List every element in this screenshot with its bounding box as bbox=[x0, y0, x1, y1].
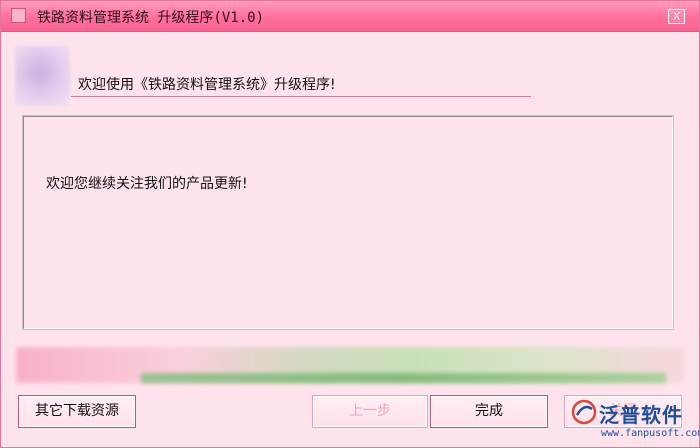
title-bar[interactable]: 铁路资料管理系统 升级程序(V1.0) X bbox=[1, 1, 699, 32]
heading-divider bbox=[71, 96, 531, 97]
fanpu-logo-icon bbox=[571, 399, 597, 425]
installer-window: 铁路资料管理系统 升级程序(V1.0) X 欢迎使用《铁路资料管理系统》升级程序… bbox=[0, 0, 700, 448]
watermark: 泛普软件 www.fanpusoft.com bbox=[571, 397, 700, 443]
other-downloads-button[interactable]: 其它下载资源 bbox=[18, 395, 136, 428]
wizard-image bbox=[15, 46, 70, 106]
close-button[interactable]: X bbox=[668, 9, 685, 24]
app-icon bbox=[11, 8, 26, 23]
window-title: 铁路资料管理系统 升级程序(V1.0) bbox=[37, 10, 265, 26]
finish-button[interactable]: 完成 bbox=[430, 395, 548, 428]
update-message: 欢迎您继续关注我们的产品更新! bbox=[46, 176, 248, 192]
watermark-url: www.fanpusoft.com bbox=[601, 428, 700, 439]
welcome-heading: 欢迎使用《铁路资料管理系统》升级程序! bbox=[78, 77, 336, 93]
previous-button[interactable]: 上一步 bbox=[312, 395, 428, 428]
watermark-brand: 泛普软件 bbox=[599, 403, 683, 427]
decorative-progress bbox=[141, 373, 666, 383]
message-panel: 欢迎您继续关注我们的产品更新! bbox=[23, 116, 673, 329]
